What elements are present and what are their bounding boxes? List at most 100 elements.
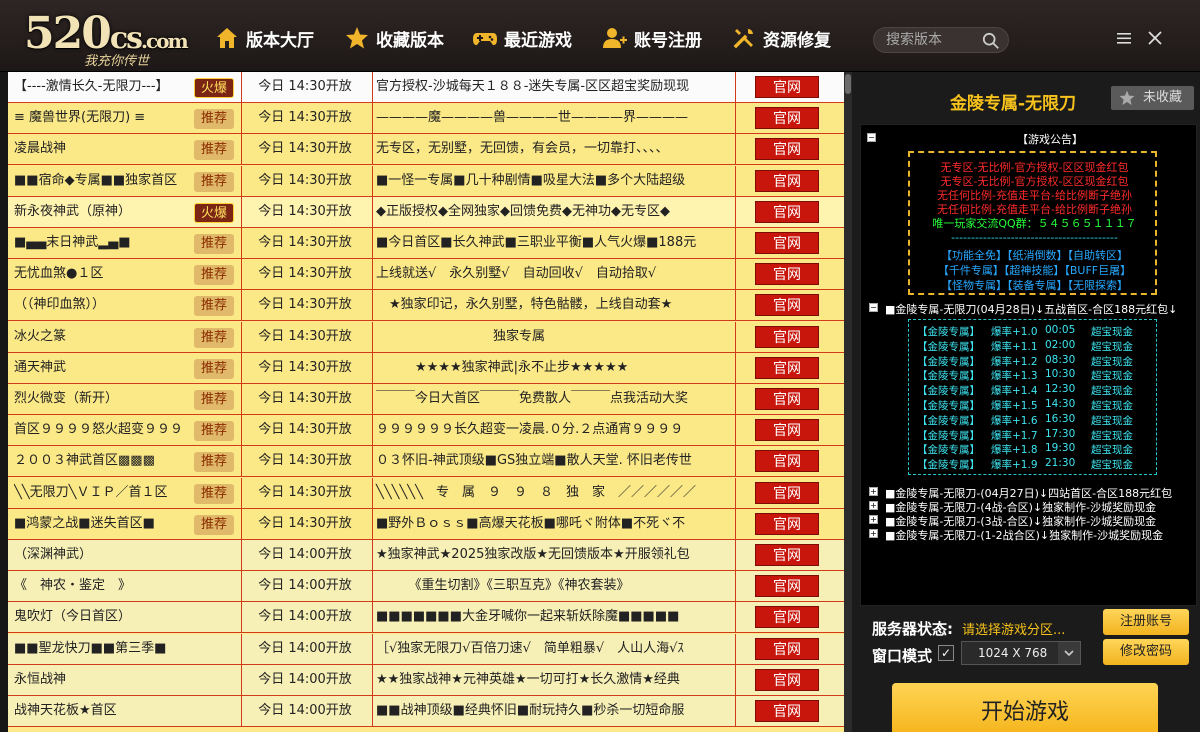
table-row[interactable]: ■■宿命◆专属■■独家首区 推荐 今日 14:30开放 ■一怪一专属■几十种剧情■吸星… [8,165,844,197]
collapse-icon[interactable]: − [867,133,876,142]
column-divider [372,477,373,509]
nav-repair[interactable]: 资源修复 [731,24,831,52]
nav-recent-games[interactable]: 最近游戏 [472,24,572,52]
column-divider [241,103,242,135]
table-row[interactable]: 《 神农・鉴定 》 今日 14:00开放 《重生切割》《三职互克》《神农套装》 官网 [8,571,844,603]
official-site-button[interactable]: 官网 [755,138,819,161]
expand-icon[interactable]: + [869,487,878,496]
start-game-button[interactable]: 开始游戏 [892,683,1158,732]
table-row[interactable]: 通天神武 推荐 今日 14:30开放 ★★★★独家神武|永不止步★★★★★ 官网 [8,352,844,384]
scroll-thumb[interactable] [845,74,851,94]
table-row[interactable]: 【----激情长久-无限刀---】 火爆 今日 14:30开放 官方授权-沙城每天１８… [8,72,844,103]
table-row[interactable]: 无忧血煞●１区 推荐 今日 14:30开放 上线就送√ 永久别墅√ 自动回收√ 自动拾… [8,259,844,291]
official-site-button[interactable]: 官网 [755,450,819,473]
server-description: ［√独家无限刀√百倍刀速√ 简单粗暴√ 人山人海√ｽ [376,640,684,656]
server-node[interactable]: ■金陵专属-无限刀-(1-2战合区)↓独家制作-沙城奖励现金 [885,527,1163,543]
server-description: ￣￣￣今日大首区￣￣￣免费散人￣￣￣点我活动大奖 [376,391,689,406]
table-row[interactable]: ■▄▄末日神武▂▄■ 推荐 今日 14:30开放 ■今日首区■长久神武■三职业平衡■人… [8,228,844,259]
window-mode-checkbox[interactable]: ✓ [938,645,954,661]
nav-favorites[interactable]: 收藏版本 [344,24,444,52]
table-row[interactable]: ■鸿蒙之战■迷失首区■ 推荐 今日 14:30开放 ■野外Ｂｏｓｓ■高爆天花板■哪吒ヾ… [8,508,844,540]
column-divider [241,571,242,603]
column-divider [735,602,736,634]
list-scrollbar[interactable] [844,72,852,732]
server-description: ◆正版授权◆全网独家◆回馈免费◆无神功◆无专区◆ [376,203,670,219]
expand-icon[interactable]: + [869,529,878,538]
official-site-button[interactable]: 官网 [755,356,819,379]
table-row[interactable]: 凌晨战神 推荐 今日 14:30开放 无专区，无别墅，无回馈，有会员，一切靠打、、、、… [8,134,844,166]
official-site-button[interactable]: 官网 [755,637,819,660]
announcement-box: 无专区-无比例-官方授权-区区现金红包 无专区-无比例-官方授权-区区现金红包 … [908,151,1157,295]
register-account-button[interactable]: 注册账号 [1103,609,1189,635]
official-site-button[interactable]: 官网 [755,107,819,130]
official-site-button[interactable]: 官网 [755,512,819,535]
table-row[interactable]: （深渊神武） 今日 14:00开放 ★独家神武★2025独家改版★无回馈版本★开服领… [8,540,844,571]
status-badge: 推荐 [194,483,234,504]
server-list: 【----激情长久-无限刀---】 火爆 今日 14:30开放 官方授权-沙城每天１８… [8,72,844,732]
official-site-button[interactable]: 官网 [755,294,819,317]
column-divider [372,696,373,727]
table-row[interactable]: ■■聖龙快刀■■第三季■ 今日 14:00开放 ［√独家无限刀√百倍刀速√ 简单粗暴… [8,633,844,665]
table-row[interactable]: （（神印血煞）） 推荐 今日 14:30开放 ★独家印记，永久别墅，特色骷髅，上线自… [8,290,844,322]
official-site-button[interactable]: 官网 [755,575,819,598]
column-divider [735,321,736,353]
table-row[interactable]: 首区９９９９怒火超变９９９ 推荐 今日 14:30开放 ９９９９９９长久超变一凌晨.０… [8,415,844,447]
column-divider [372,259,373,291]
table-row[interactable]: 永恒战神 今日 14:00开放 ★★独家战神★元神英雄★一切可打★长久激情★经典 官网 [8,664,844,696]
column-divider [241,540,242,571]
home-icon [217,28,237,48]
favorite-button[interactable]: 未收藏 [1111,86,1194,110]
column-divider [241,696,242,727]
official-site-button[interactable]: 官网 [755,668,819,691]
official-site-button[interactable]: 官网 [755,325,819,348]
menu-icon[interactable] [1114,28,1134,48]
column-divider [735,259,736,291]
official-site-button[interactable]: 官网 [755,263,819,286]
server-name: ■■聖龙快刀■■第三季■ [14,640,167,656]
table-row[interactable]: 战神天花板★首区 今日 14:00开放 ■■战神顶级■经典怀旧■耐玩持久■秒杀一切短… [8,696,844,727]
table-row[interactable]: ╲╲无限刀╲ＶＩＰ／首１区 推荐 今日 14:30开放 ╲╲╲╲╲╲ 专 属 ９ ９ … [8,477,844,509]
official-site-button[interactable]: 官网 [755,200,819,223]
server-name: 【----激情长久-无限刀---】 [14,79,169,94]
table-row[interactable]: ≡ 魔兽世界(无限刀) ≡ 推荐 今日 14:30开放 ————魔————兽————世… [8,103,844,135]
column-divider [735,696,736,727]
expand-icon[interactable]: + [869,501,878,510]
official-site-button[interactable]: 官网 [755,481,819,504]
official-site-button[interactable]: 官网 [755,169,819,192]
close-icon[interactable] [1145,28,1165,48]
column-divider [241,477,242,509]
table-row[interactable]: 鬼吹灯（今日首区） 今日 14:00开放 ■■■■■■■大金牙喊你一起来斩妖除魔■■… [8,602,844,634]
official-site-button[interactable]: 官网 [755,76,819,98]
open-time: 今日 14:30开放 [258,328,352,344]
table-row[interactable]: 烈火微变（新开） 推荐 今日 14:30开放 ￣￣￣今日大首区￣￣￣免费散人￣￣￣点我… [8,384,844,415]
official-site-button[interactable]: 官网 [755,700,819,722]
table-row[interactable]: 冰火之篆 推荐 今日 14:30开放 独家专属 官网 [8,321,844,353]
official-site-button[interactable]: 官网 [755,606,819,629]
server-node[interactable]: ■金陵专属-无限刀(04月28日)↓五战首区-合区188元红包↓ [885,301,1177,317]
qq-group: 唯一玩家交流QQ群：５４５６５１１１７ [932,217,1137,230]
search-icon[interactable] [982,32,1000,50]
announcement-tree[interactable]: − 【游戏公告】 无专区-无比例-官方授权-区区现金红包 无专区-无比例-官方授… [860,124,1197,606]
official-site-button[interactable]: 官网 [755,232,819,254]
open-time: 今日 14:30开放 [258,266,352,282]
nav-register[interactable]: 账号注册 [602,24,702,52]
official-site-button[interactable]: 官网 [755,419,819,442]
resolution-select[interactable]: 1024 X 768 [961,641,1081,665]
column-divider [735,290,736,322]
change-password-button[interactable]: 修改密码 [1103,639,1189,665]
column-divider [735,633,736,665]
server-status-value: 请选择游戏分区... [962,623,1066,638]
nav-version-hall[interactable]: 版本大厅 [214,24,314,52]
gamepad-icon [473,33,497,46]
server-description: ■■战神顶级■经典怀旧■耐玩持久■秒杀一切短命服 [376,703,685,718]
official-site-button[interactable]: 官网 [755,388,819,410]
expand-icon[interactable]: + [869,515,878,524]
official-site-button[interactable]: 官网 [755,544,819,566]
table-row[interactable]: 新永夜神武（原神） 火爆 今日 14:30开放 ◆正版授权◆全网独家◆回馈免费◆无神功… [8,196,844,228]
status-badge: 推荐 [194,358,234,379]
collapse-icon[interactable]: − [869,303,878,312]
table-row[interactable]: ２００３神武首区▩▩▩ 推荐 今日 14:30开放 ０３怀旧-神武顶级■GS独立端■散… [8,446,844,478]
search-input[interactable] [886,31,982,49]
server-description: ９９９９９９长久超变一凌晨.０分.２点通宵９９９９ [376,422,684,438]
column-divider [372,321,373,353]
